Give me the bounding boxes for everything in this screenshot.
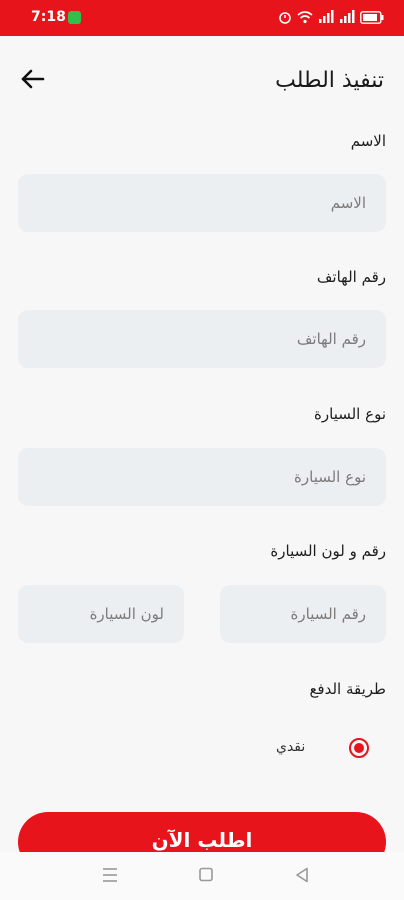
signal-icon-2 [340,10,355,23]
payment-cash-label: نقدي [276,739,306,755]
menu-nav-icon[interactable] [102,866,118,884]
system-nav-bar [0,852,404,900]
payment-method-label: طريقة الدفع [309,680,386,698]
car-color-field-container[interactable] [18,585,184,643]
signal-icon [319,10,334,23]
phone-label: رقم الهاتف [316,268,386,286]
home-nav-icon[interactable] [198,866,214,884]
car-type-input[interactable] [36,467,368,487]
alarm-icon [279,12,291,24]
car-type-field-container[interactable] [18,448,386,506]
car-number-input[interactable] [238,604,368,624]
app-bar: تنفيذ الطلب [0,36,404,126]
back-arrow-icon[interactable] [18,64,48,94]
radio-selected-dot [354,743,364,753]
car-number-field-container[interactable] [220,585,386,643]
wifi-icon [297,11,313,24]
notification-icon [68,11,81,24]
phone-input[interactable] [36,329,368,349]
battery-icon [360,10,384,24]
status-icons [278,10,384,24]
status-bar: 7:18 [0,0,404,36]
car-type-label: نوع السيارة [314,405,386,423]
car-color-input[interactable] [36,604,166,624]
phone-field-container[interactable] [18,310,386,368]
back-nav-icon[interactable] [294,866,310,884]
name-label: الاسم [350,132,386,150]
status-time: 7:18 [31,9,66,25]
name-input[interactable] [36,193,368,213]
name-field-container[interactable] [18,174,386,232]
car-number-color-label: رقم و لون السيارة [270,542,386,560]
page-title: تنفيذ الطلب [275,68,384,93]
payment-cash-radio[interactable] [349,738,369,758]
